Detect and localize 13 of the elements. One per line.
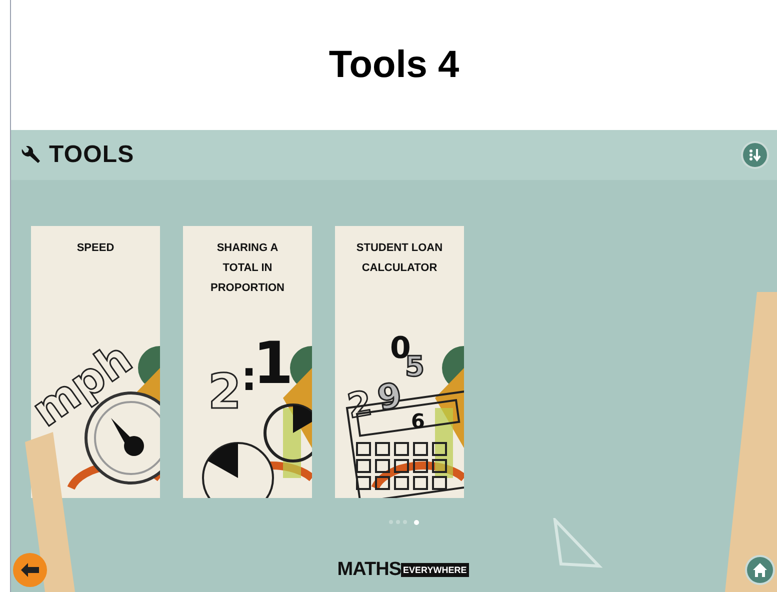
tool-card[interactable]: SHARING A TOTAL IN PROPORTION 2:1 xyxy=(183,226,312,498)
page-title: Tools 4 xyxy=(328,42,460,88)
back-button[interactable] xyxy=(13,553,47,587)
wrench-icon xyxy=(19,146,41,164)
home-icon xyxy=(752,563,767,577)
arrow-left-icon xyxy=(21,563,39,577)
ratio-pie-drawing: 2:1 xyxy=(183,328,312,498)
logo-text: MATHS xyxy=(337,558,402,582)
set-square-drawing xyxy=(551,518,603,570)
logo-tagline: EVERYWHERE xyxy=(401,563,469,577)
section-title: TOOLS xyxy=(49,140,134,170)
sort-icon xyxy=(748,148,762,162)
sort-button[interactable] xyxy=(741,141,769,169)
